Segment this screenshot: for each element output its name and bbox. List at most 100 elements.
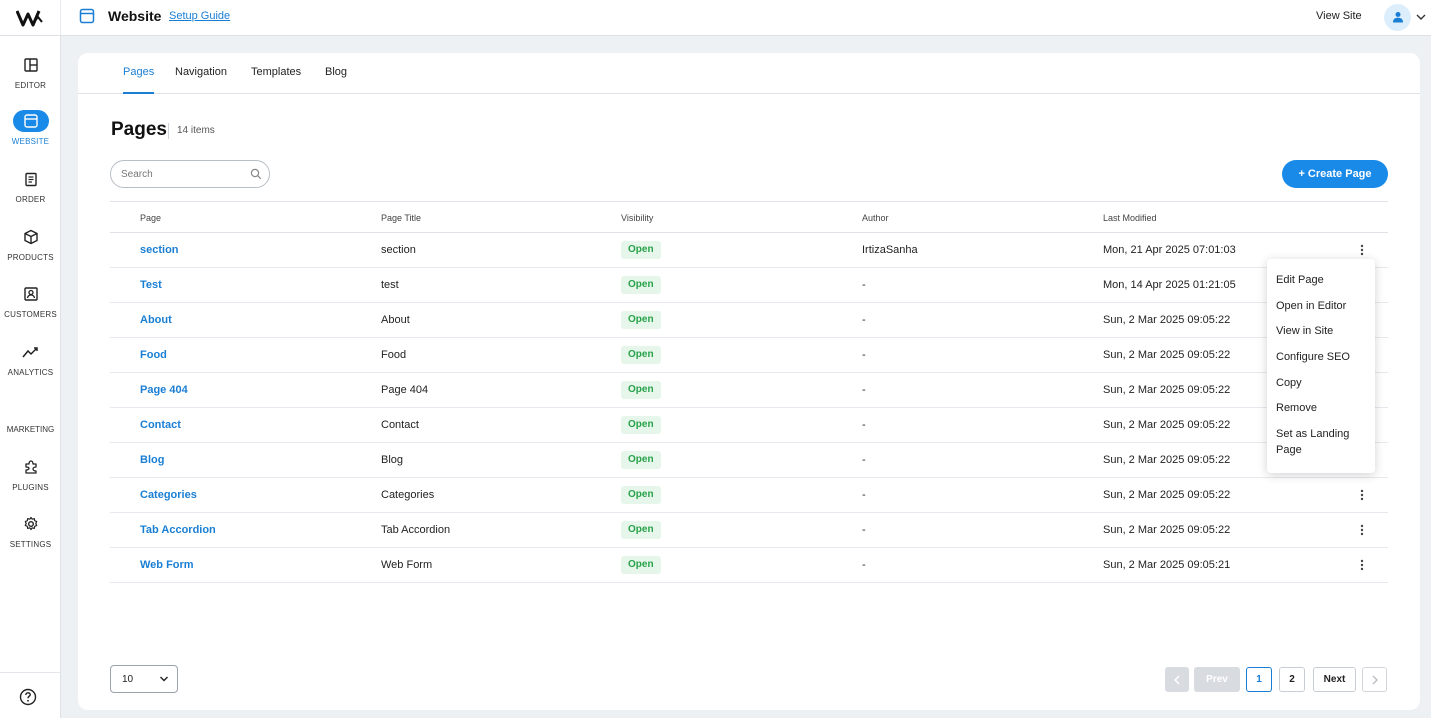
sidebar-item-editor[interactable]: EDITOR <box>0 54 61 100</box>
page-title-cell: Contact <box>381 419 419 431</box>
page-title-cell: Categories <box>381 489 435 501</box>
page-name-link[interactable]: Food <box>140 349 167 361</box>
table-row[interactable]: Food Food Open - Sun, 2 Mar 2025 09:05:2… <box>110 338 1388 373</box>
sidebar-item-order[interactable]: ORDER <box>0 168 61 214</box>
menu-item-open-in-editor[interactable]: Open in Editor <box>1276 298 1346 314</box>
browser-icon <box>79 8 95 24</box>
modified-cell: Sun, 2 Mar 2025 09:05:22 <box>1103 349 1231 361</box>
menu-item-edit-page[interactable]: Edit Page <box>1276 272 1324 288</box>
user-menu-button[interactable] <box>1384 3 1426 31</box>
row-actions-button[interactable] <box>1354 241 1370 259</box>
sidebar: EDITOR WEBSITE ORDER PRODUCTS CUSTOMERS <box>0 36 61 718</box>
sidebar-item-customers[interactable]: CUSTOMERS <box>0 283 61 329</box>
column-header-page[interactable]: Page <box>140 213 161 223</box>
row-context-menu: Edit Page Open in Editor View in Site Co… <box>1267 259 1375 473</box>
contacts-icon <box>23 287 38 301</box>
modified-cell: Sun, 2 Mar 2025 09:05:22 <box>1103 314 1231 326</box>
column-header-page-title[interactable]: Page Title <box>381 213 421 223</box>
page-name-link[interactable]: About <box>140 314 172 326</box>
page-name-link[interactable]: Test <box>140 279 162 291</box>
page-name-link[interactable]: Categories <box>140 489 197 501</box>
sidebar-item-website[interactable]: WEBSITE <box>0 110 61 156</box>
table-row[interactable]: Test test Open - Mon, 14 Apr 2025 01:21:… <box>110 268 1388 303</box>
page-name-link[interactable]: Blog <box>140 454 164 466</box>
author-cell: - <box>862 384 866 396</box>
help-icon[interactable] <box>19 688 37 706</box>
column-header-last-modified[interactable]: Last Modified <box>1103 213 1157 223</box>
column-header-visibility[interactable]: Visibility <box>621 213 653 223</box>
tab-pages[interactable]: Pages <box>123 66 155 94</box>
app-logo[interactable] <box>0 0 61 36</box>
modified-cell: Sun, 2 Mar 2025 09:05:22 <box>1103 524 1231 536</box>
row-actions-button[interactable] <box>1354 486 1370 504</box>
chevron-right-icon <box>1372 675 1378 684</box>
tab-navigation[interactable]: Navigation <box>175 66 227 94</box>
modified-cell: Mon, 14 Apr 2025 01:21:05 <box>1103 279 1236 291</box>
more-vertical-icon <box>1360 489 1364 501</box>
status-badge: Open <box>621 241 661 259</box>
heading-divider <box>168 123 169 139</box>
sidebar-item-label: WEBSITE <box>11 137 50 146</box>
next-button[interactable]: Next <box>1313 667 1356 692</box>
sidebar-item-label: PLUGINS <box>12 483 49 492</box>
author-cell: - <box>862 559 866 571</box>
page-name-link[interactable]: Tab Accordion <box>140 524 216 536</box>
status-badge: Open <box>621 451 661 469</box>
status-badge: Open <box>621 276 661 294</box>
prev-arrow-button[interactable] <box>1165 667 1189 692</box>
page-2-button[interactable]: 2 <box>1279 667 1305 692</box>
view-site-link[interactable]: View Site <box>1316 10 1362 22</box>
table-row[interactable]: Page 404 Page 404 Open - Sun, 2 Mar 2025… <box>110 373 1388 408</box>
search-input[interactable] <box>121 166 241 182</box>
page-title-cell: test <box>381 279 399 291</box>
tab-bar: Pages Navigation Templates Blog <box>78 53 1420 94</box>
menu-item-view-in-site[interactable]: View in Site <box>1276 323 1333 339</box>
table-row[interactable]: About About Open - Sun, 2 Mar 2025 09:05… <box>110 303 1388 338</box>
prev-button[interactable]: Prev <box>1194 667 1240 692</box>
status-badge: Open <box>621 311 661 329</box>
page-name-link[interactable]: Page 404 <box>140 384 188 396</box>
items-count: 14 items <box>177 125 215 136</box>
create-page-button[interactable]: + Create Page <box>1282 160 1388 188</box>
modified-cell: Sun, 2 Mar 2025 09:05:22 <box>1103 384 1231 396</box>
menu-item-set-landing-page[interactable]: Set as Landing Page <box>1276 426 1362 458</box>
sidebar-item-plugins[interactable]: PLUGINS <box>0 456 61 502</box>
section-title: Website <box>108 8 162 24</box>
table-header: Page Page Title Visibility Author Last M… <box>110 201 1388 233</box>
page-name-link[interactable]: Contact <box>140 419 181 431</box>
page-name-link[interactable]: section <box>140 244 179 256</box>
column-header-author[interactable]: Author <box>862 213 889 223</box>
next-arrow-button[interactable] <box>1362 667 1387 692</box>
table-row[interactable]: Contact Contact Open - Sun, 2 Mar 2025 0… <box>110 408 1388 443</box>
menu-item-configure-seo[interactable]: Configure SEO <box>1276 349 1350 365</box>
table-row[interactable]: Categories Categories Open - Sun, 2 Mar … <box>110 478 1388 513</box>
page-name-link[interactable]: Web Form <box>140 559 194 571</box>
chevron-down-icon <box>160 676 168 682</box>
table-row[interactable]: Blog Blog Open - Sun, 2 Mar 2025 09:05:2… <box>110 443 1388 478</box>
row-actions-button[interactable] <box>1354 556 1370 574</box>
sidebar-item-settings[interactable]: SETTINGS <box>0 513 61 559</box>
tab-templates[interactable]: Templates <box>251 66 301 94</box>
page-1-button[interactable]: 1 <box>1246 667 1272 692</box>
sidebar-item-products[interactable]: PRODUCTS <box>0 226 61 272</box>
sidebar-item-label: ORDER <box>15 195 46 204</box>
table-row[interactable]: Web Form Web Form Open - Sun, 2 Mar 2025… <box>110 548 1388 583</box>
page-size-select[interactable]: 10 <box>110 665 178 693</box>
menu-item-remove[interactable]: Remove <box>1276 400 1317 416</box>
menu-item-copy[interactable]: Copy <box>1276 375 1302 391</box>
more-vertical-icon <box>1360 559 1364 571</box>
search-icon[interactable] <box>250 168 262 180</box>
sidebar-section-marketing[interactable]: MARKETING <box>0 425 61 434</box>
page-title-cell: Food <box>381 349 407 361</box>
table-row[interactable]: section section Open IrtizaSanha Mon, 21… <box>110 233 1388 268</box>
sidebar-item-analytics[interactable]: ANALYTICS <box>0 341 61 387</box>
logo-mark-icon <box>16 10 43 27</box>
page-title-cell: Web Form <box>381 559 433 571</box>
status-badge: Open <box>621 381 661 399</box>
tab-blog[interactable]: Blog <box>325 66 347 94</box>
top-bar: Website Setup Guide View Site <box>0 0 1431 36</box>
table-row[interactable]: Tab Accordion Tab Accordion Open - Sun, … <box>110 513 1388 548</box>
browser-icon <box>23 114 38 128</box>
row-actions-button[interactable] <box>1354 521 1370 539</box>
setup-guide-link[interactable]: Setup Guide <box>169 10 230 22</box>
